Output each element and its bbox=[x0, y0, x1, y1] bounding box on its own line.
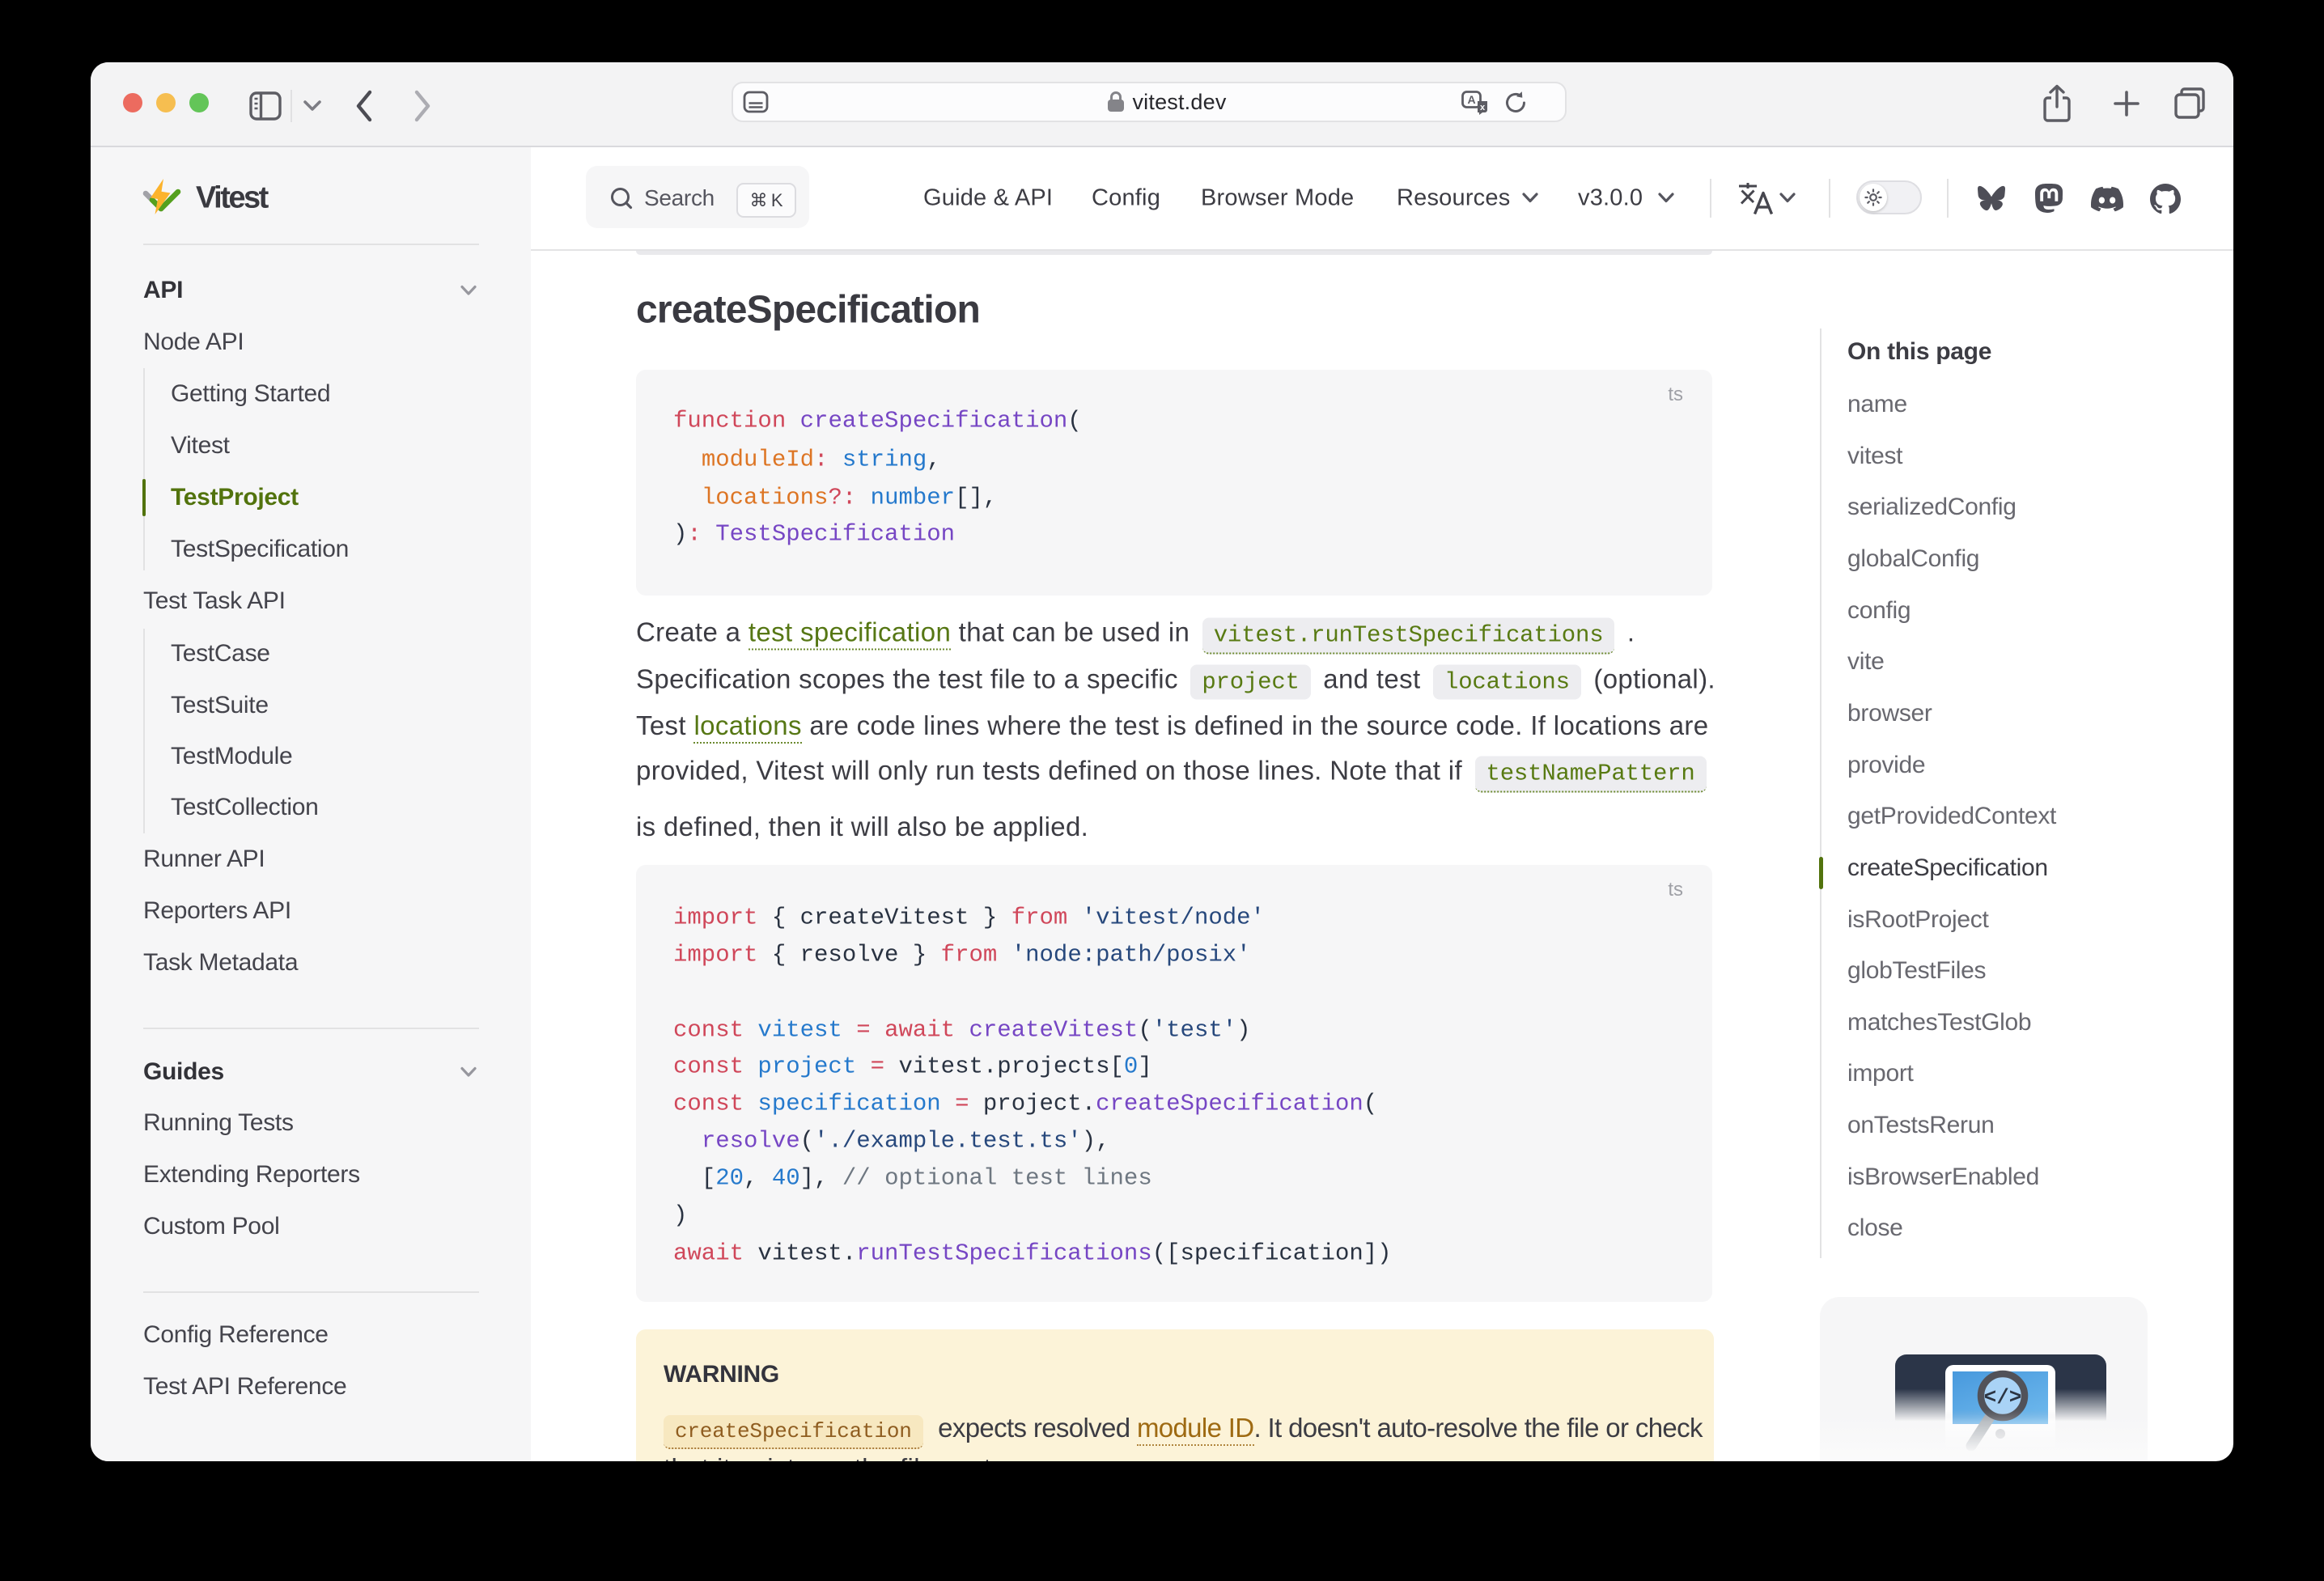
svg-text:</>: </> bbox=[1984, 1385, 2022, 1409]
svg-text:A: A bbox=[1467, 93, 1475, 106]
svg-text:x: x bbox=[1480, 103, 1486, 112]
